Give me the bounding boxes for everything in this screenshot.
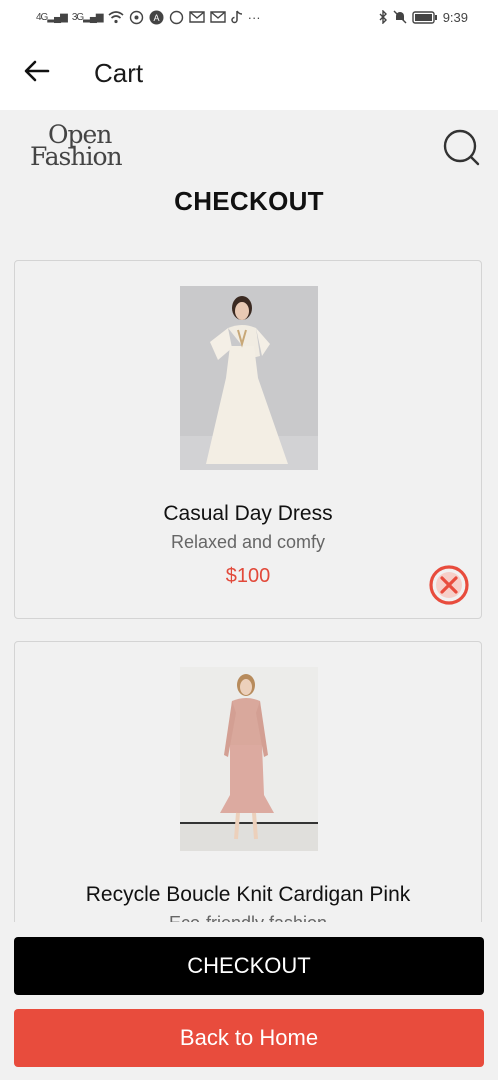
- battery-icon: [411, 10, 437, 24]
- whatsapp-icon: [169, 10, 183, 24]
- product-image-cardigan: [180, 667, 318, 851]
- gmail-icon-2: [209, 11, 226, 23]
- status-right-icons: 9:39: [378, 10, 468, 25]
- cart-item-name: Casual Day Dress: [163, 502, 333, 525]
- remove-item-button[interactable]: [428, 564, 470, 606]
- search-button[interactable]: [442, 128, 482, 168]
- status-time: 9:39: [442, 9, 468, 25]
- page-title: CHECKOUT: [174, 186, 324, 216]
- gmail-icon: [188, 11, 205, 23]
- cell-signal-1: 4G▂▄▆: [36, 11, 68, 23]
- tiktok-icon: [230, 10, 242, 24]
- cart-list[interactable]: Casual Day Dress Relaxed and comfy $100 …: [0, 230, 498, 922]
- page-header: Open Fashion CHECKOUT: [0, 110, 498, 230]
- cart-item-card: Casual Day Dress Relaxed and comfy $100: [14, 260, 482, 619]
- cell-signal-2: 3G▂▄▆: [71, 11, 104, 23]
- search-icon: [443, 129, 480, 166]
- hotspot-icon: [129, 10, 143, 24]
- arrow-left-icon: [24, 60, 50, 82]
- more-notifications-indicator: ···: [247, 9, 261, 25]
- cart-item-card: Recycle Boucle Knit Cardigan Pink Eco-fr…: [14, 641, 482, 922]
- open-fashion-logo: Open Fashion: [30, 122, 140, 171]
- app-bar: Cart: [0, 34, 498, 110]
- svg-text:A: A: [153, 13, 159, 23]
- cart-item-description: Eco-friendly fashion: [15, 913, 481, 922]
- product-image-dress: [180, 286, 318, 470]
- app-bar-title: Cart: [94, 58, 144, 88]
- cart-item-price: $100: [225, 565, 271, 587]
- cart-item-name: Recycle Boucle Knit Cardigan Pink: [85, 883, 411, 906]
- back-to-home-button[interactable]: Back to Home: [14, 1009, 484, 1067]
- checkout-button[interactable]: CHECKOUT: [14, 937, 484, 995]
- back-button[interactable]: [22, 56, 52, 86]
- cart-item-description: Relaxed and comfy: [170, 532, 326, 552]
- wifi-icon: [108, 10, 124, 23]
- bluetooth-icon: [379, 10, 387, 24]
- status-left-icons: 4G▂▄▆ 3G▂▄▆ A ···: [36, 10, 261, 25]
- logo-line-2: Fashion: [30, 142, 123, 171]
- mute-bell-icon: [393, 10, 407, 24]
- status-bar: 4G▂▄▆ 3G▂▄▆ A ··· 9:39: [0, 0, 498, 34]
- app-a-icon: A: [149, 10, 164, 24]
- remove-circle-x-icon: [429, 565, 469, 605]
